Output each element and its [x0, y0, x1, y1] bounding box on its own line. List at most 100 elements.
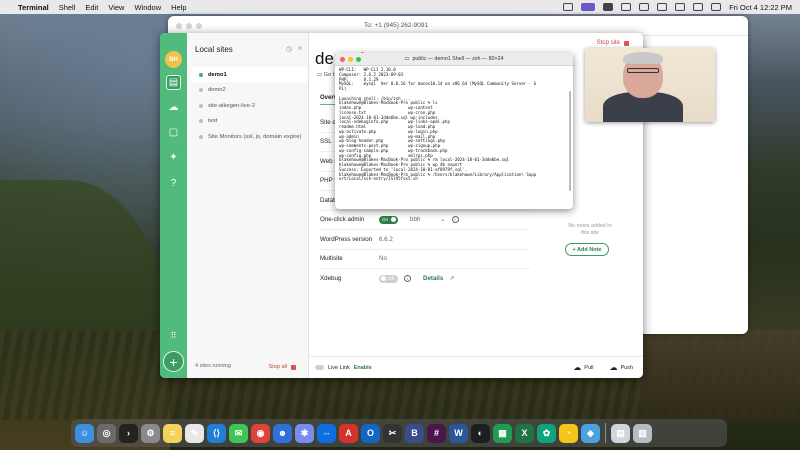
info-icon[interactable]: i — [451, 216, 459, 224]
recording-icon[interactable] — [581, 3, 596, 11]
camera-icon[interactable] — [621, 3, 632, 11]
blueprints-nav-icon[interactable]: ▢ — [166, 125, 181, 140]
admin-user-select[interactable]: bbh — [410, 216, 420, 223]
menu-clock[interactable]: Fri Oct 4 12:22 PM — [729, 3, 792, 12]
sheets-icon[interactable]: ▦ — [493, 423, 512, 443]
outlook-icon[interactable]: O — [361, 423, 380, 443]
menu-edit[interactable]: Edit — [85, 3, 98, 12]
menu-help[interactable]: Help — [171, 3, 186, 12]
display-icon[interactable] — [563, 3, 574, 11]
minimize-button[interactable] — [348, 57, 353, 62]
textedit-icon[interactable]: ✎ — [185, 423, 204, 443]
live-link-enable-link[interactable]: Enable — [354, 365, 372, 371]
zoom-button[interactable] — [196, 23, 202, 29]
excel-icon[interactable]: X — [515, 423, 534, 443]
terminal-window[interactable]: ▭ public — demo1 Shell — zsh — 80×24 WP-… — [335, 53, 573, 209]
row-label: One-click admin — [320, 216, 365, 224]
history-icon[interactable]: ◷ — [286, 45, 292, 53]
capcut-icon[interactable]: ✂ — [383, 423, 402, 443]
close-button[interactable] — [340, 57, 345, 62]
addons-nav-icon[interactable]: ✦ — [166, 150, 181, 165]
messages-icon[interactable]: ✉ — [229, 423, 248, 443]
presenter-glasses — [627, 68, 659, 73]
add-note-button[interactable]: + Add Note — [565, 243, 609, 256]
row-xdebug: Xdebug Off i Details ↗ — [320, 269, 530, 289]
zoom-button[interactable] — [356, 57, 361, 62]
control-center-icon[interactable] — [711, 3, 722, 11]
menu-shell[interactable]: Shell — [59, 3, 76, 12]
terminal-line: ort/Local/ssh-entry/ISl95fvx5.sh — [339, 176, 418, 182]
bluetooth-icon[interactable] — [657, 3, 668, 11]
messages-recipient[interactable]: To: +1 (945) 262-9091 — [364, 22, 428, 29]
dropbox-icon[interactable] — [639, 3, 650, 11]
site-status-dot — [199, 103, 203, 108]
cloud-download-icon: ☁ — [573, 363, 582, 372]
messages-window-controls — [176, 23, 202, 29]
smile-icon[interactable]: ☻ — [273, 423, 292, 443]
bbedit-icon[interactable]: B — [405, 423, 424, 443]
notes-icon[interactable]: ≡ — [163, 423, 182, 443]
finder-icon[interactable]: ☺ — [75, 423, 94, 443]
live-link-toggle[interactable] — [315, 365, 324, 370]
stop-site-button[interactable]: Stop site — [597, 40, 629, 46]
push-button[interactable]: ☁ Push — [609, 363, 633, 372]
claude-icon[interactable]: ✱ — [295, 423, 314, 443]
site-item-test[interactable]: test — [191, 114, 307, 129]
compass-icon[interactable]: ◈ — [581, 423, 600, 443]
trash-icon[interactable]: ▥ — [633, 423, 652, 443]
site-item-site-monitors[interactable]: Site Monitors (ssl, js, domain expire) — [191, 129, 307, 144]
acrobat-icon[interactable]: A — [339, 423, 358, 443]
launchpad-icon[interactable]: ◎ — [97, 423, 116, 443]
word-icon[interactable]: W — [449, 423, 468, 443]
vscode-icon[interactable]: ⟨⟩ — [207, 423, 226, 443]
collapse-sidebar-icon[interactable]: « — [298, 45, 302, 53]
downloads-icon[interactable]: ▤ — [611, 423, 630, 443]
terminal-output[interactable]: WP-CLI: WP-CLI 2.10.0 Composer: 2.6.2 202… — [335, 66, 573, 184]
terminal-scrollbar[interactable] — [569, 91, 571, 191]
menu-view[interactable]: View — [108, 3, 124, 12]
terminal-icon[interactable]: › — [119, 423, 138, 443]
webcam-video — [585, 48, 715, 122]
cloud-nav-icon[interactable]: ☁ — [166, 100, 181, 115]
grid-menu-icon[interactable]: ⠿ — [166, 328, 181, 343]
site-item-demo2[interactable]: demo2 — [191, 83, 307, 98]
site-status-dot — [199, 88, 203, 92]
menu-status-area: Fri Oct 4 12:22 PM — [563, 3, 792, 12]
menu-app-name[interactable]: Terminal — [18, 3, 49, 12]
search-icon[interactable] — [693, 3, 704, 11]
info-icon[interactable]: i — [404, 275, 411, 283]
terminal-titlebar[interactable]: ▭ public — demo1 Shell — zsh — 80×24 — [335, 53, 573, 66]
one-click-admin-toggle[interactable]: On — [379, 215, 398, 224]
row-wordpress-version: WordPress version 6.6.2 — [320, 230, 530, 250]
row-label: Multisite — [320, 255, 343, 263]
settings-icon[interactable]: ⚙ — [141, 423, 160, 443]
screen-share-icon[interactable] — [603, 3, 614, 11]
site-item-aikegen[interactable]: site-aikegen-live-2 — [191, 98, 307, 113]
sites-nav-icon[interactable]: ▤ — [166, 75, 181, 90]
folder-icon: ▭ — [404, 56, 410, 62]
xdebug-toggle[interactable]: Off — [379, 274, 398, 283]
minimize-button[interactable] — [186, 23, 192, 29]
site-item-demo1[interactable]: demo1 — [191, 67, 307, 82]
github-icon[interactable]: ◐ — [471, 423, 490, 443]
sites-sidebar: Local sites ◷ « demo1 demo2 site-aikegen… — [187, 33, 309, 378]
go-to-site-link[interactable]: ▭ Go t — [317, 72, 334, 78]
chrome-icon[interactable]: ◉ — [251, 423, 270, 443]
chatgpt-icon[interactable]: ✿ — [537, 423, 556, 443]
xdebug-details-link[interactable]: Details — [423, 275, 443, 282]
cloud-upload-icon: ☁ — [609, 363, 618, 372]
teamviewer-icon[interactable]: ⇔ — [317, 423, 336, 443]
site-status-dot — [199, 119, 203, 123]
menu-window[interactable]: Window — [134, 3, 161, 12]
chevron-down-icon[interactable]: ⌄ — [440, 216, 445, 223]
external-link-icon[interactable]: ↗ — [449, 275, 454, 282]
avatar[interactable]: BH — [165, 51, 182, 68]
help-nav-icon[interactable]: ? — [166, 176, 181, 191]
close-button[interactable] — [176, 23, 182, 29]
add-site-button[interactable]: + — [163, 351, 184, 372]
pull-button[interactable]: ☁ Pull — [573, 363, 593, 372]
wifi-icon[interactable] — [675, 3, 686, 11]
cyberduck-icon[interactable]: ◔ — [559, 423, 578, 443]
slack-icon[interactable]: # — [427, 423, 446, 443]
stop-all-button[interactable]: Stop all — [269, 364, 296, 370]
